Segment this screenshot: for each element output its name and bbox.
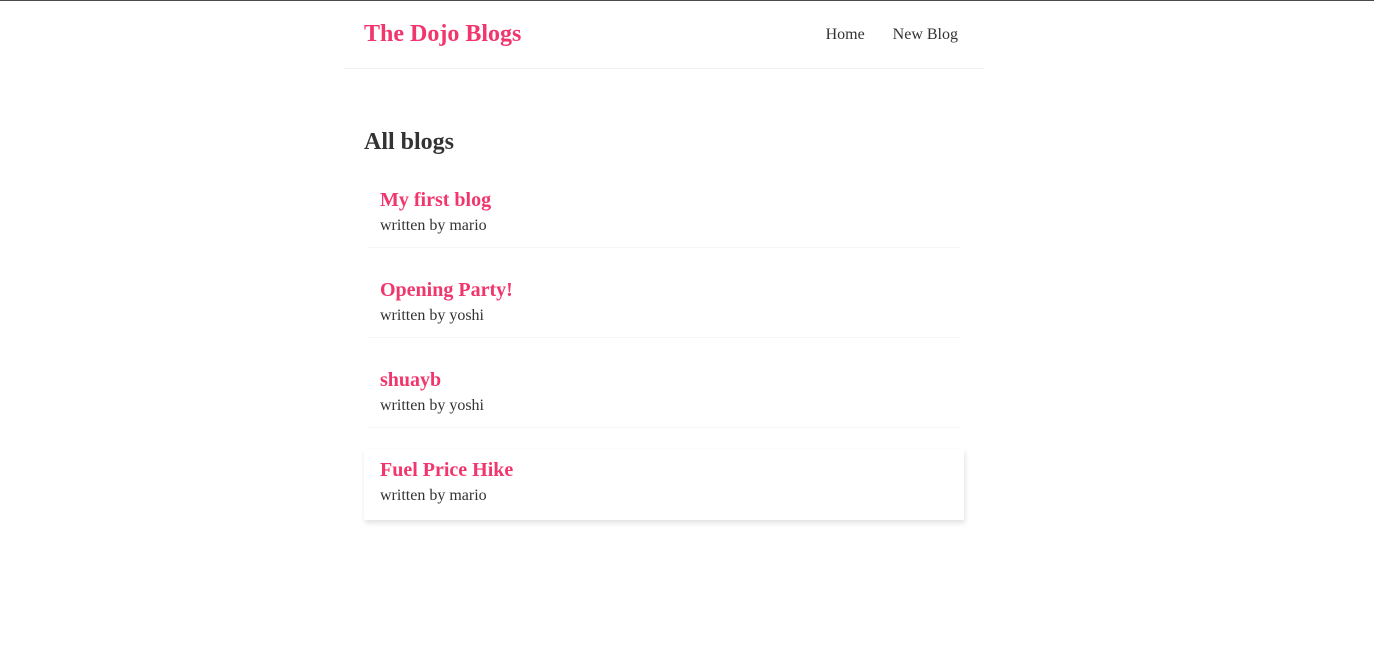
- blog-list: My first blog written by mario Opening P…: [364, 179, 964, 520]
- nav-new-blog-link[interactable]: New Blog: [893, 24, 958, 46]
- navbar: The Dojo Blogs Home New Blog: [344, 1, 984, 69]
- blog-preview[interactable]: shuayb written by yoshi: [364, 359, 964, 449]
- main-content: All blogs My first blog written by mario…: [364, 125, 964, 504]
- blog-preview[interactable]: My first blog written by mario: [364, 179, 964, 269]
- blog-author: written by yoshi: [380, 397, 484, 414]
- blog-author: written by mario: [380, 217, 487, 234]
- blog-preview-hovered[interactable]: Fuel Price Hike written by mario: [364, 449, 964, 520]
- blog-author: written by mario: [380, 487, 487, 504]
- blog-title-link[interactable]: shuayb: [380, 367, 948, 393]
- nav-home-link[interactable]: Home: [826, 24, 865, 46]
- nav-links: Home New Blog: [826, 24, 958, 46]
- site-title: The Dojo Blogs: [364, 21, 522, 47]
- blog-preview[interactable]: Opening Party! written by yoshi: [364, 269, 964, 359]
- blog-title-link[interactable]: Fuel Price Hike: [380, 457, 948, 483]
- blog-title-link[interactable]: My first blog: [380, 187, 948, 213]
- page-title: All blogs: [364, 129, 455, 155]
- blog-title-link[interactable]: Opening Party!: [380, 277, 948, 303]
- blog-author: written by yoshi: [380, 307, 484, 324]
